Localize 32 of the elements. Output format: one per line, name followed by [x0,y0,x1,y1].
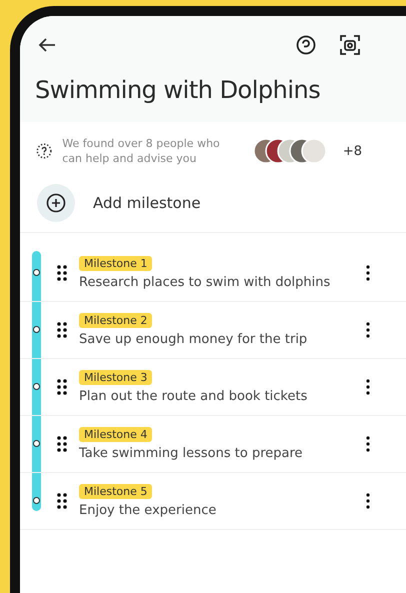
milestone-label: Milestone 4 [79,427,152,442]
milestone-text: Enjoy the experience [79,503,218,518]
more-people-count: +8 [342,144,362,158]
milestone-label: Milestone 1 [79,256,152,271]
milestone-text: Research places to swim with dolphins [79,275,332,290]
milestone-row[interactable]: Milestone 4 Take swimming lessons to prepare [20,416,406,473]
milestone-label: Milestone 2 [79,313,152,328]
drag-handle-icon[interactable] [57,322,67,338]
milestone-row[interactable]: Milestone 3 Plan out the route and book tickets [20,359,406,416]
circle-arrow-icon[interactable] [294,33,318,57]
drag-handle-icon[interactable] [57,379,67,395]
drag-handle-icon[interactable] [57,265,67,281]
milestone-label: Milestone 5 [79,484,152,499]
milestone-row[interactable]: Milestone 5 Enjoy the experience [20,473,406,530]
drag-handle-icon[interactable] [57,436,67,452]
page-title: Swimming with Dolphins [35,76,322,104]
timeline-segment [32,359,40,415]
timeline-segment [32,251,40,301]
timeline-segment [32,302,40,358]
milestone-text: Plan out the route and book tickets [79,389,308,404]
avatar-stack-drawing[interactable] [252,138,327,164]
milestone-label: Milestone 3 [79,370,152,385]
helpers-message: We found over 8 people who can help and advise you [62,136,221,166]
add-icon [37,184,75,222]
drag-handle-icon[interactable] [57,493,67,509]
milestone-text: Save up enough money for the trip [79,332,308,347]
milestone-row[interactable]: Milestone 2 Save up enough money for the trip [20,302,406,359]
add-milestone-button[interactable]: Add milestone [20,180,406,233]
milestone-text: Take swimming lessons to prepare [79,446,304,461]
camera-scan-icon[interactable] [338,33,362,57]
milestone-row[interactable]: Milestone 1 Research places to swim with dolphins [20,245,406,302]
question-dotted-circle-icon [36,142,52,160]
